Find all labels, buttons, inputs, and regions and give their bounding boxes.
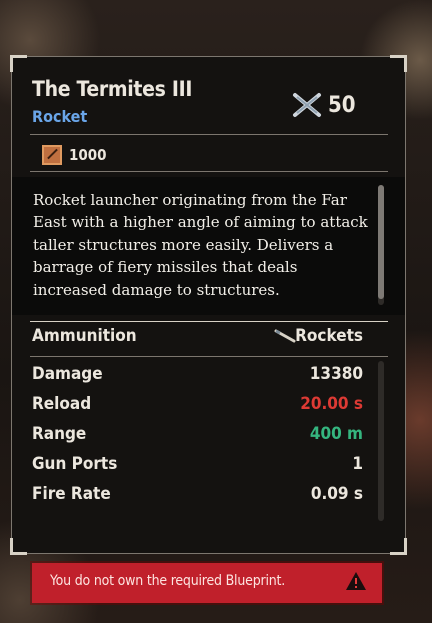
item-level: 50	[328, 93, 356, 118]
stat-label-reload: Reload	[32, 394, 92, 414]
divider	[30, 321, 388, 322]
panel-corner	[390, 55, 407, 72]
stat-value-damage: 13380	[309, 364, 363, 384]
item-tooltip-panel: The Termites III Rocket 50 1000 Rocket l…	[10, 55, 407, 555]
stat-value-reload: 20.00 s	[300, 394, 363, 414]
rocket-icon	[274, 329, 296, 343]
stat-label-gun-ports: Gun Ports	[32, 454, 118, 474]
warning-triangle-icon	[346, 572, 366, 590]
stat-label-damage: Damage	[32, 364, 103, 384]
item-price: 1000	[69, 146, 107, 164]
stat-value-range: 400 m	[309, 424, 363, 444]
divider	[30, 134, 388, 135]
crossed-cannons-icon	[293, 93, 321, 117]
stat-label-fire-rate: Fire Rate	[32, 484, 111, 504]
panel-corner	[10, 538, 27, 555]
divider	[30, 356, 388, 357]
item-description: Rocket launcher originating from the Far…	[33, 191, 368, 299]
stat-value-gun-ports: 1	[352, 454, 363, 474]
crate-icon	[42, 145, 62, 165]
item-name: The Termites III	[32, 77, 193, 101]
ammunition-value: Rockets	[295, 326, 363, 346]
warning-text: You do not own the required Blueprint.	[50, 573, 286, 589]
description-scrollbar-thumb[interactable]	[378, 185, 384, 299]
panel-corner	[390, 538, 407, 555]
item-type: Rocket	[32, 107, 88, 126]
divider	[30, 171, 388, 172]
warning-banner: You do not own the required Blueprint.	[32, 563, 382, 603]
ammunition-label: Ammunition	[32, 326, 137, 346]
stat-value-fire-rate: 0.09 s	[310, 484, 363, 504]
stats-scrollbar[interactable]	[378, 361, 384, 521]
panel-corner	[10, 55, 27, 72]
description-area: Rocket launcher originating from the Far…	[12, 177, 405, 315]
stat-label-range: Range	[32, 424, 87, 444]
